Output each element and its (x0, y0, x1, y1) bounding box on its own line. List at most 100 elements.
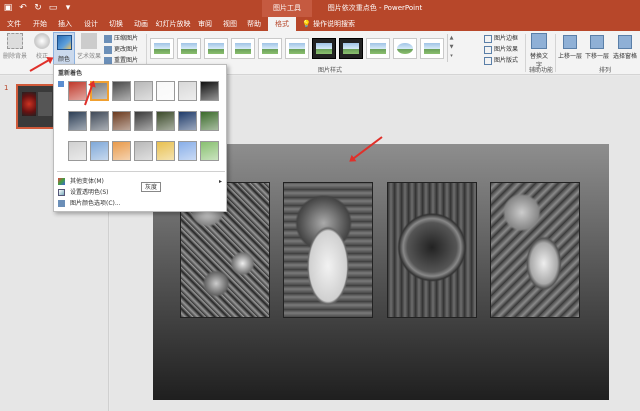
alt-text-icon (531, 33, 547, 49)
recolor-heading: 重新着色 (58, 70, 83, 77)
picture-style-thumb[interactable] (150, 38, 174, 59)
recolor-dropdown: 重新着色 灰度 其他变体(M) ▸ 设置透明色(S) 图片颜色选项(C)... (53, 64, 227, 212)
tab-design[interactable]: 设计 (79, 17, 103, 31)
tab-view[interactable]: 视图 (218, 17, 242, 31)
picture-color-options-item[interactable]: 图片颜色选项(C)... (54, 198, 226, 209)
layout-icon (484, 56, 492, 65)
recolor-swatch[interactable] (178, 81, 197, 101)
picture-style-thumb[interactable] (204, 38, 228, 59)
chevron-right-icon: ▸ (218, 178, 222, 185)
thumbnail-photo (38, 92, 52, 116)
recolor-swatch[interactable] (112, 111, 131, 131)
more-variations-item[interactable]: 其他变体(M) ▸ (54, 176, 226, 187)
accessibility-group-label: 辅助功能 (528, 67, 553, 74)
no-recolor-icon[interactable] (58, 81, 64, 87)
slide-photo-3[interactable] (387, 182, 477, 318)
recolor-swatch[interactable] (156, 141, 175, 161)
recolor-swatch[interactable] (90, 111, 109, 131)
send-backward-button[interactable]: 下移一层 (584, 35, 610, 60)
border-icon (484, 34, 492, 43)
document-title: 图片依次重点色 - PowerPoint (327, 4, 423, 12)
slide-photo-2[interactable] (283, 182, 373, 318)
recolor-swatch[interactable] (178, 111, 197, 131)
alt-text-button[interactable]: 替换文字 (528, 33, 550, 69)
selection-pane-icon (618, 35, 632, 49)
color-options-label: 图片颜色选项(C)... (70, 200, 121, 207)
picture-layout-button[interactable]: 图片版式 (484, 55, 518, 66)
compress-icon (104, 34, 112, 43)
change-picture-icon (104, 45, 112, 54)
ribbon-tab-row: 文件 开始 插入 设计 切换 动画 幻灯片放映 审阅 视图 帮助 格式 💡 操作… (0, 17, 640, 31)
change-picture-label: 更改图片 (114, 46, 139, 53)
change-picture-button[interactable]: 更改图片 (104, 44, 138, 55)
recolor-swatch[interactable] (200, 81, 219, 101)
tab-animations[interactable]: 动画 (129, 17, 153, 31)
tab-file[interactable]: 文件 (2, 17, 26, 31)
slide-photo-4[interactable] (490, 182, 580, 318)
picture-effects-button[interactable]: 图片效果 (484, 44, 518, 55)
tab-transitions[interactable]: 切换 (104, 17, 128, 31)
slide-number: 1 (4, 84, 9, 92)
undo-icon[interactable]: ↶ (17, 2, 29, 14)
bring-forward-icon (563, 35, 577, 49)
picture-style-thumb[interactable] (366, 38, 390, 59)
tab-insert[interactable]: 插入 (53, 17, 77, 31)
more-variations-label: 其他变体(M) (70, 178, 104, 185)
recolor-swatch[interactable] (200, 141, 219, 161)
picture-style-thumb[interactable] (285, 38, 309, 59)
effects-icon (484, 45, 492, 54)
picture-tools-context-label: 图片工具 (262, 0, 312, 17)
customize-qat-icon[interactable]: ▾ (62, 2, 74, 14)
recolor-swatch[interactable] (112, 81, 131, 101)
picture-style-thumb[interactable] (258, 38, 282, 59)
recolor-swatch[interactable] (134, 141, 153, 161)
picture-style-thumb[interactable] (339, 38, 363, 59)
recolor-swatch[interactable] (112, 141, 131, 161)
tab-help[interactable]: 帮助 (242, 17, 266, 31)
redo-icon[interactable]: ↻ (32, 2, 44, 14)
menu-divider (57, 171, 225, 172)
remove-background-label: 删除背景 (2, 53, 27, 60)
recolor-swatch[interactable] (68, 111, 87, 131)
arrange-group-label: 排列 (598, 67, 611, 74)
picture-style-thumb[interactable] (177, 38, 201, 59)
recolor-swatch[interactable] (68, 81, 87, 101)
artistic-effects-icon (81, 33, 97, 49)
picture-border-button[interactable]: 图片边框 (484, 33, 518, 44)
recolor-swatch[interactable] (134, 111, 153, 131)
picture-style-thumb[interactable] (393, 38, 417, 59)
artistic-effects-button[interactable]: 艺术效果 (77, 33, 101, 60)
set-transparent-color-item[interactable]: 设置透明色(S) (54, 187, 226, 198)
compress-pictures-button[interactable]: 压缩图片 (104, 33, 138, 44)
tab-slideshow[interactable]: 幻灯片放映 (154, 17, 192, 31)
start-from-beginning-icon[interactable]: ▭ (47, 2, 59, 14)
title-bar: ▣ ↶ ↻ ▭ ▾ 图片工具 图片依次重点色 - PowerPoint (0, 0, 640, 17)
picture-style-thumb[interactable] (312, 38, 336, 59)
color-palette-icon (58, 178, 65, 185)
tab-home[interactable]: 开始 (28, 17, 52, 31)
color-icon (57, 35, 72, 50)
gallery-scroll-buttons[interactable]: ▲ ▼ ▾ (447, 34, 455, 62)
tell-me-search[interactable]: 💡 操作说明搜索 (302, 17, 355, 31)
tab-review[interactable]: 审阅 (193, 17, 217, 31)
selection-pane-button[interactable]: 选择窗格 (611, 35, 639, 60)
corrections-icon (34, 33, 50, 49)
remove-background-icon (7, 33, 23, 49)
tab-format[interactable]: 格式 (268, 17, 296, 31)
bring-forward-button[interactable]: 上移一层 (557, 35, 583, 60)
recolor-swatch[interactable] (156, 111, 175, 131)
lightbulb-icon: 💡 (302, 20, 311, 28)
save-icon[interactable]: ▣ (2, 2, 14, 14)
send-backward-label: 下移一层 (584, 53, 609, 60)
recolor-swatch[interactable] (134, 81, 153, 101)
remove-background-button[interactable]: 删除背景 (2, 33, 28, 60)
recolor-swatch[interactable] (178, 141, 197, 161)
layout-label: 图片版式 (494, 57, 519, 64)
recolor-swatch[interactable] (156, 81, 175, 101)
color-label: 颜色 (57, 56, 70, 63)
recolor-swatch[interactable] (90, 141, 109, 161)
picture-style-thumb[interactable] (231, 38, 255, 59)
recolor-swatch[interactable] (68, 141, 87, 161)
picture-style-thumb[interactable] (420, 38, 444, 59)
recolor-swatch[interactable] (200, 111, 219, 131)
